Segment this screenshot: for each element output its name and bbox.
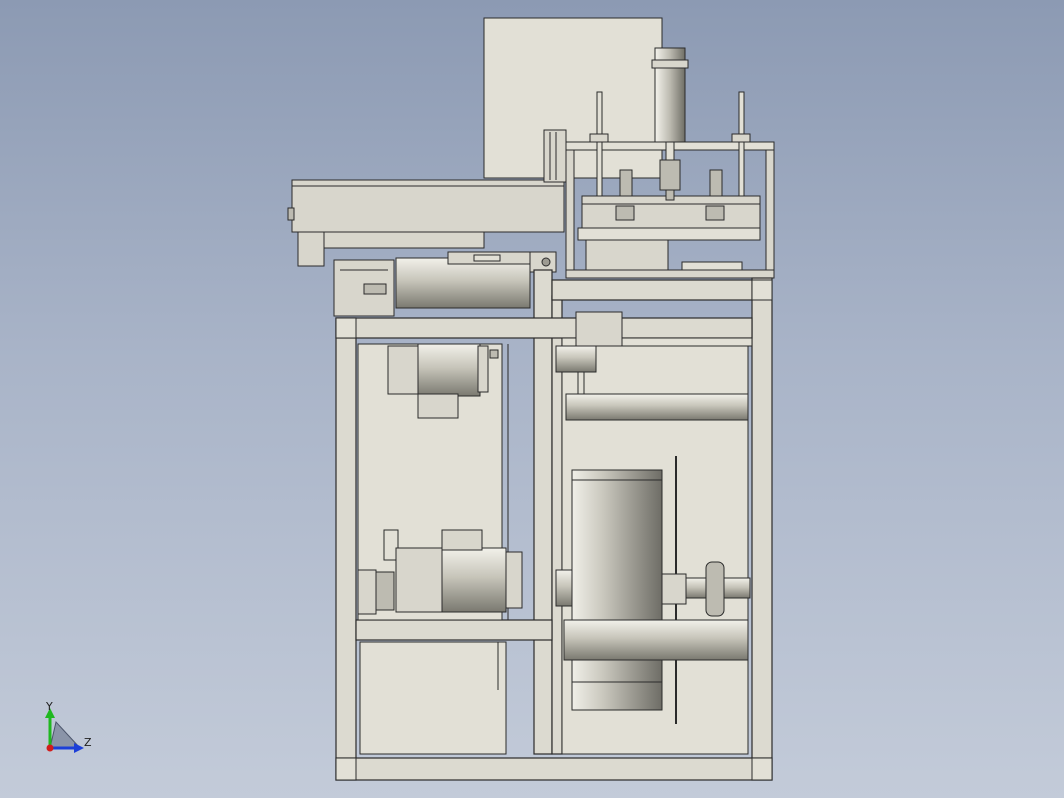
- top-motor: [395, 251, 557, 309]
- x-axis-dot-icon: [46, 744, 54, 752]
- y-axis-label: Y: [45, 700, 53, 713]
- z-axis-label: Z: [84, 736, 92, 749]
- z-axis-arrow-icon: [74, 743, 84, 753]
- machine-assembly[interactable]: [287, 17, 775, 781]
- cad-viewport[interactable]: Y Z: [0, 0, 1064, 798]
- left-bracket: [333, 259, 395, 317]
- orientation-triad: Y Z: [45, 700, 92, 753]
